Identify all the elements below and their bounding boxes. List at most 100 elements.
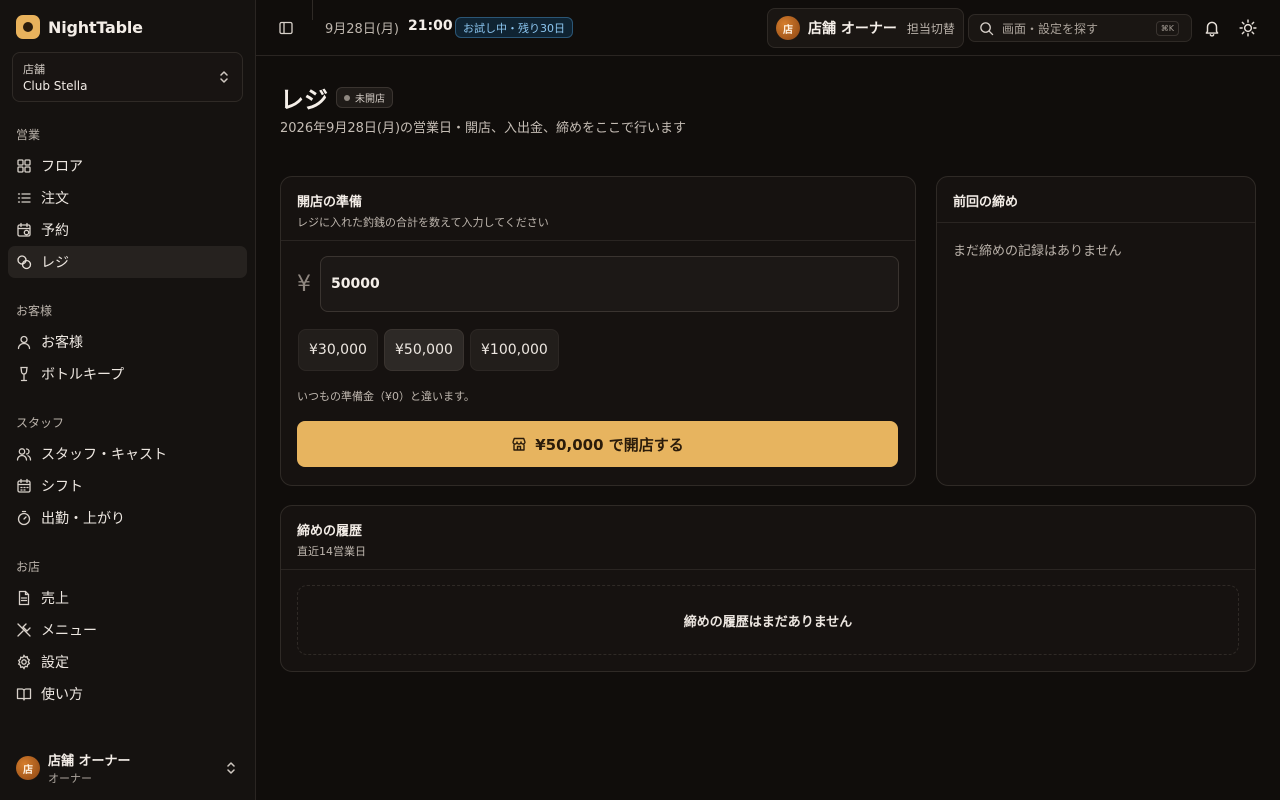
sidebar-item-sales[interactable]: 売上 <box>8 582 247 614</box>
switch-label: 担当切替 <box>906 21 955 36</box>
status-badge: 未開店 <box>336 87 393 108</box>
nav-group-title-customers: お客様 <box>16 304 53 318</box>
nav-group-title-staff: スタッフ <box>16 416 65 430</box>
chevrons-up-down-icon <box>220 71 228 83</box>
page-header: レジ 未開店 <box>280 80 393 115</box>
sidebar-item-orders[interactable]: 注文 <box>8 182 247 214</box>
current-time: 21:00 <box>408 18 453 34</box>
nav-group-title-store: お店 <box>16 560 41 574</box>
wine-icon <box>20 366 28 382</box>
empty-state: まだ締めの記録はありません <box>953 244 1122 259</box>
coins-icon <box>17 255 32 270</box>
preset-100000-button[interactable]: ¥100,000 <box>470 329 559 371</box>
sidebar-item-label: お客様 <box>41 335 83 351</box>
nav-group-title-sales: 営業 <box>16 128 41 142</box>
status-text: 未開店 <box>355 94 385 105</box>
sidebar-item-label: メニュー <box>41 623 97 639</box>
divider <box>937 222 1255 223</box>
sidebar-item-label: スタッフ・キャスト <box>41 447 167 463</box>
staff-name: 店舗 オーナー <box>808 21 897 37</box>
sun-icon[interactable] <box>1239 19 1257 37</box>
sidebar-toggle-button[interactable] <box>276 18 296 38</box>
user-icon <box>17 335 31 350</box>
search-placeholder: 画面・設定を探す <box>1002 21 1099 36</box>
page-subtitle: 2026年9月28日(月)の営業日・開店、入出金、締めをここで行います <box>280 121 687 136</box>
sidebar-item-label: 予約 <box>41 223 69 239</box>
avatar: 店 <box>16 756 40 780</box>
sidebar-item-register[interactable]: レジ <box>8 246 247 278</box>
search-icon <box>980 21 994 35</box>
list-icon <box>17 193 31 203</box>
yen-sign: ¥ <box>297 272 311 297</box>
store-label: 店舗 <box>23 63 45 76</box>
sidebar-item-menu[interactable]: メニュー <box>8 614 247 646</box>
sidebar-item-bottle-keep[interactable]: ボトルキープ <box>8 358 247 390</box>
sidebar-item-label: ボトルキープ <box>41 367 125 383</box>
sidebar-item-guide[interactable]: 使い方 <box>8 678 247 710</box>
user-name: 店舗 オーナー <box>48 754 131 769</box>
sidebar-item-attendance[interactable]: 出勤・上がり <box>8 502 247 534</box>
business-date: 9月28日(月) <box>325 22 399 37</box>
timer-icon <box>17 510 31 526</box>
float-hint: いつもの準備金（¥0）と違います。 <box>297 390 475 403</box>
sidebar-item-label: レジ <box>41 255 69 271</box>
last-close-card: 前回の締め まだ締めの記録はありません <box>936 176 1256 486</box>
card-title: 締めの履歴 <box>297 524 363 539</box>
sidebar-item-floor[interactable]: フロア <box>8 150 247 182</box>
store-name: Club Stella <box>23 79 88 93</box>
empty-state: 締めの履歴はまだありません <box>297 585 1239 655</box>
opening-card: 開店の準備 レジに入れた釣銭の合計を数えて入力してください ¥ ¥30,000 … <box>280 176 916 486</box>
top-bar: 9月28日(月) 21:00 お試し中・残り30日 店 店舗 オーナー 担当切替… <box>256 0 1280 56</box>
sidebar: NightTable 店舗 Club Stella 営業 フロア 注文 予約 レ… <box>0 0 256 800</box>
sidebar-item-label: シフト <box>41 479 83 495</box>
divider <box>281 240 915 241</box>
user-role: オーナー <box>48 772 92 785</box>
search-input[interactable]: 画面・設定を探す ⌘K <box>968 14 1192 42</box>
card-title: 開店の準備 <box>297 195 363 210</box>
header-divider <box>312 0 313 20</box>
brand-name: NightTable <box>48 17 143 37</box>
opening-amount-input[interactable] <box>320 256 899 312</box>
chevrons-up-down-icon <box>227 762 235 774</box>
divider <box>281 569 1255 570</box>
sidebar-item-label: 出勤・上がり <box>41 511 125 527</box>
staff-switch-button[interactable]: 店 店舗 オーナー 担当切替 <box>767 8 964 48</box>
gear-icon <box>17 654 31 670</box>
status-dot <box>344 94 350 101</box>
preset-50000-button[interactable]: ¥50,000 <box>384 329 464 371</box>
calendar-icon <box>17 478 31 493</box>
sidebar-item-shift[interactable]: シフト <box>8 470 247 502</box>
panel-left-icon <box>279 21 293 35</box>
card-description: レジに入れた釣銭の合計を数えて入力してください <box>297 216 549 229</box>
brand-logo-icon <box>16 15 40 39</box>
sidebar-item-label: フロア <box>41 159 83 175</box>
document-icon <box>18 590 30 606</box>
calendar-clock-icon <box>17 222 31 237</box>
sidebar-item-settings[interactable]: 設定 <box>8 646 247 678</box>
users-icon <box>16 448 32 461</box>
preset-30000-button[interactable]: ¥30,000 <box>298 329 378 371</box>
book-icon <box>16 688 32 701</box>
card-title: 前回の締め <box>953 195 1019 210</box>
trial-badge: お試し中・残り30日 <box>455 17 573 38</box>
sidebar-item-reservations[interactable]: 予約 <box>8 214 247 246</box>
user-menu[interactable]: 店 店舗 オーナー オーナー <box>16 750 240 786</box>
brand[interactable]: NightTable <box>16 15 143 39</box>
open-store-button[interactable]: ¥50,000 で開店する <box>297 421 898 467</box>
sidebar-item-customers[interactable]: お客様 <box>8 326 247 358</box>
close-history-card: 締めの履歴 直近14営業日 締めの履歴はまだありません <box>280 505 1256 672</box>
sidebar-item-label: 売上 <box>41 591 69 607</box>
avatar: 店 <box>776 16 800 40</box>
store-selector[interactable]: 店舗 Club Stella <box>12 52 243 102</box>
sidebar-item-label: 設定 <box>41 655 69 671</box>
page-title: レジ <box>280 86 328 114</box>
grid-icon <box>17 159 31 173</box>
sidebar-item-label: 注文 <box>41 191 69 207</box>
shortcut-hint: ⌘K <box>1155 21 1179 36</box>
open-store-label: ¥50,000 で開店する <box>535 435 684 454</box>
sidebar-item-staff-cast[interactable]: スタッフ・キャスト <box>8 438 247 470</box>
store-icon <box>512 437 526 451</box>
sidebar-item-label: 使い方 <box>41 687 83 703</box>
bell-icon[interactable] <box>1203 19 1221 37</box>
card-description: 直近14営業日 <box>297 545 366 558</box>
